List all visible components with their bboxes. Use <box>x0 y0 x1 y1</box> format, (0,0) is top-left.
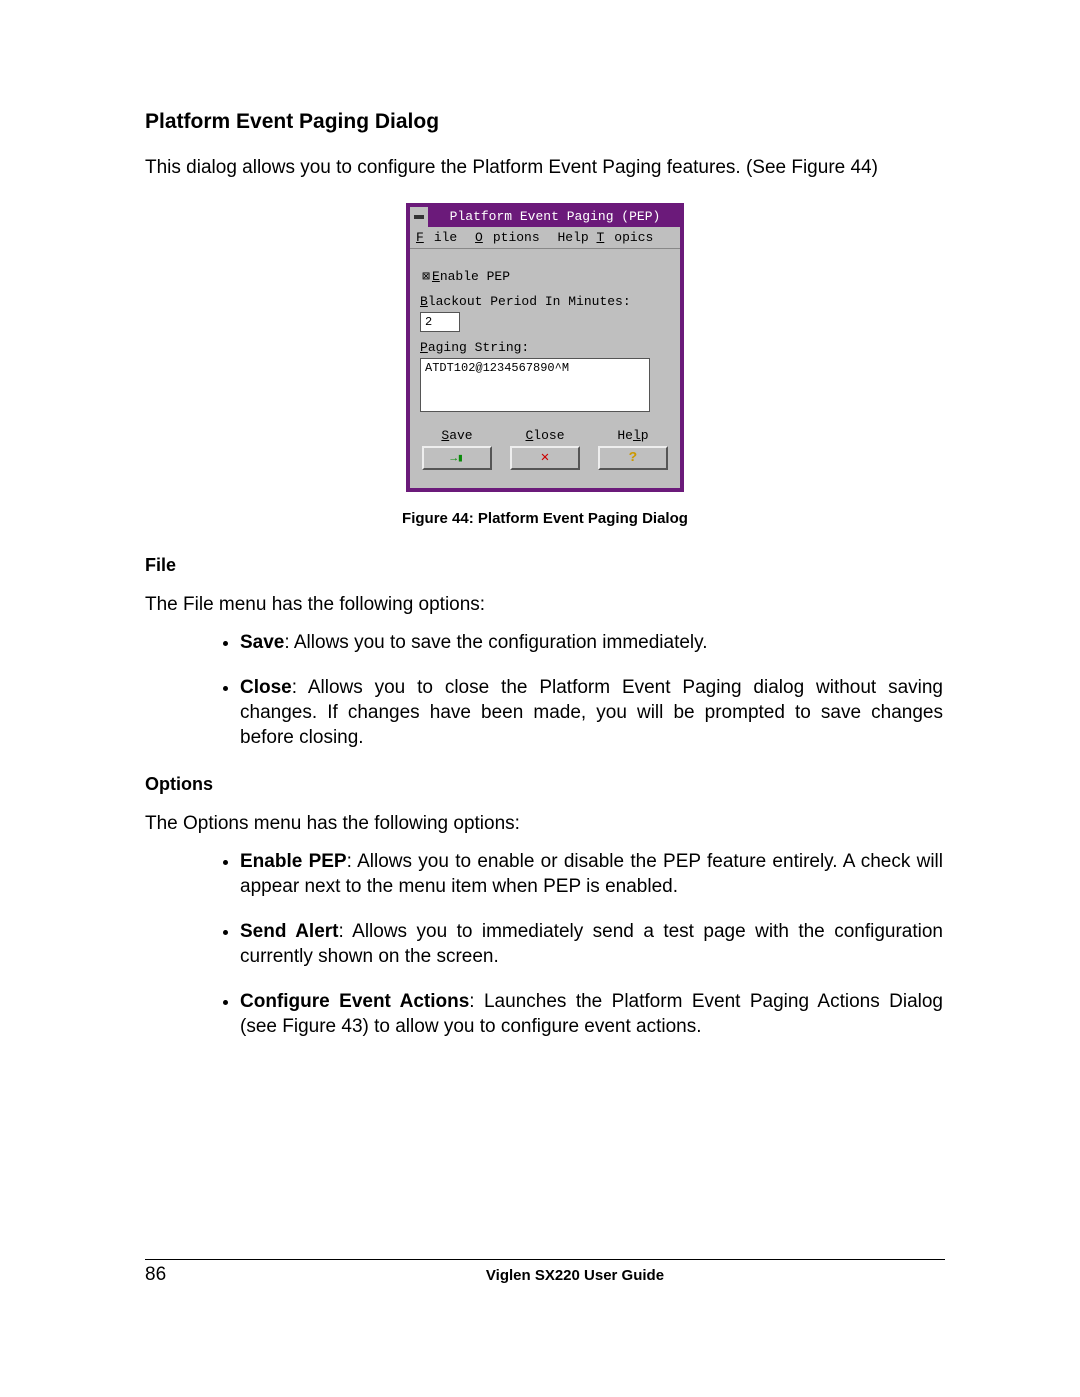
file-option-list: Save: Allows you to save the configurati… <box>145 630 945 750</box>
footer-title: Viglen SX220 User Guide <box>205 1267 945 1284</box>
dialog-body: ⊠Enable PEP Blackout Period In Minutes: … <box>410 249 680 488</box>
options-lead: The Options menu has the following optio… <box>145 813 945 835</box>
enable-pep-label: Enable PEP <box>432 269 510 284</box>
close-button-label: Close <box>510 428 580 443</box>
page-number: 86 <box>145 1264 205 1286</box>
save-button-label: Save <box>422 428 492 443</box>
menu-file[interactable]: File <box>416 230 457 245</box>
close-button[interactable]: ✕ <box>510 446 580 470</box>
close-icon: ✕ <box>541 449 549 466</box>
options-heading: Options <box>145 774 945 795</box>
dialog-menubar: File Options Help Topics <box>410 227 680 249</box>
file-lead: The File menu has the following options: <box>145 594 945 616</box>
help-button[interactable]: ? <box>598 446 668 470</box>
blackout-input[interactable]: 2 <box>420 312 460 332</box>
pep-dialog: Platform Event Paging (PEP) File Options… <box>406 203 684 492</box>
figure-container: Platform Event Paging (PEP) File Options… <box>145 203 945 492</box>
dialog-titlebar: Platform Event Paging (PEP) <box>410 207 680 227</box>
blackout-label: Blackout Period In Minutes: <box>420 294 670 309</box>
intro-paragraph: This dialog allows you to configure the … <box>145 156 945 181</box>
file-heading: File <box>145 555 945 576</box>
help-icon: ? <box>629 450 637 466</box>
list-item: Configure Event Actions: Launches the Pl… <box>240 989 945 1039</box>
menu-help-topics[interactable]: Help Topics <box>557 230 653 245</box>
dialog-title: Platform Event Paging (PEP) <box>430 207 680 227</box>
list-item: Save: Allows you to save the configurati… <box>240 630 945 655</box>
dialog-button-row: Save →▮ Close ✕ Help ? <box>420 428 670 478</box>
list-item: Enable PEP: Allows you to enable or disa… <box>240 849 945 899</box>
options-option-list: Enable PEP: Allows you to enable or disa… <box>145 849 945 1039</box>
document-page: Platform Event Paging Dialog This dialog… <box>0 0 1080 1346</box>
save-button[interactable]: →▮ <box>422 446 492 470</box>
paging-string-input[interactable]: ATDT102@1234567890^M <box>420 358 650 412</box>
list-item: Close: Allows you to close the Platform … <box>240 675 945 750</box>
menu-options[interactable]: Options <box>475 230 540 245</box>
system-menu-icon[interactable] <box>410 207 430 227</box>
page-footer: 86 Viglen SX220 User Guide <box>145 1264 945 1286</box>
help-button-label: Help <box>598 428 668 443</box>
enable-pep-checkbox[interactable]: ⊠ <box>420 269 432 284</box>
paging-string-label: Paging String: <box>420 340 670 355</box>
save-icon: →▮ <box>450 451 463 465</box>
list-item: Send Alert: Allows you to immediately se… <box>240 919 945 969</box>
page-title: Platform Event Paging Dialog <box>145 110 945 134</box>
footer-rule <box>145 1259 945 1260</box>
figure-caption: Figure 44: Platform Event Paging Dialog <box>145 510 945 527</box>
